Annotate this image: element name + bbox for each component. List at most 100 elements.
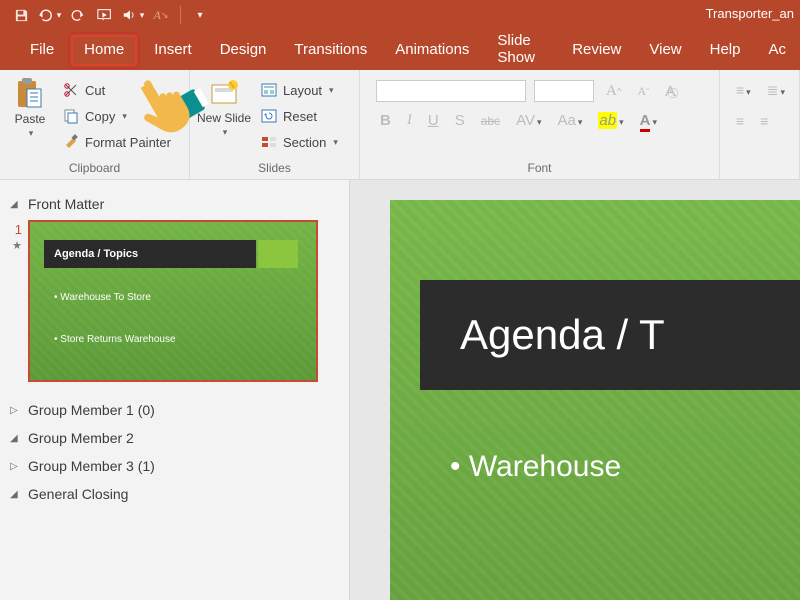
tab-animations[interactable]: Animations [381,34,483,67]
group-label [726,161,793,177]
new-slide-button[interactable]: New Slide ▾ [196,74,252,138]
ribbon: Paste ▾ Cut Copy ▾ Format Painter C [0,70,800,180]
expand-icon: ▷ [10,461,22,472]
title-bar: ▾ ▾ A↘ ▾ Transporter_an [0,0,800,30]
copy-button[interactable]: Copy ▾ [58,104,175,128]
paste-label: Paste [15,112,46,126]
change-case-button[interactable]: Aa▾ [554,112,587,129]
undo-icon[interactable]: ▾ [36,2,62,28]
copy-label: Copy [85,109,115,124]
outline-pane[interactable]: ◢Front Matter 1 ★ Agenda / Topics • Ware… [0,180,350,600]
layout-icon [260,81,278,99]
start-from-beginning-icon[interactable] [92,2,118,28]
collapse-icon: ◢ [10,433,22,444]
reset-icon [260,107,278,125]
highlight-button[interactable]: ab▾ [594,112,627,129]
align-center-button[interactable]: ≡ [754,111,774,131]
slide-body-text[interactable]: • Warehouse [450,450,621,484]
chevron-down-icon: ▾ [122,111,127,122]
format-painter-button[interactable]: Format Painter [58,130,175,154]
font-family-selector[interactable] [376,80,526,102]
animation-star-icon[interactable]: ★ [12,239,22,252]
grow-font-button[interactable]: A^ [602,83,626,100]
save-icon[interactable] [8,2,34,28]
copy-icon [62,107,80,125]
format-painter-label: Format Painter [85,135,171,150]
numbering-button[interactable]: ≣▾ [761,80,791,101]
redo-icon[interactable] [64,2,90,28]
shrink-font-button[interactable]: Aˇ [634,84,654,99]
expand-icon: ▷ [10,405,22,416]
slide-thumbnail[interactable]: Agenda / Topics • Warehouse To Store • S… [28,220,318,382]
new-slide-label: New Slide [197,112,251,125]
tab-file[interactable]: File [16,34,68,67]
tab-review[interactable]: Review [558,34,635,67]
collapse-icon: ◢ [10,199,22,210]
section-button[interactable]: Section▾ [256,130,342,154]
section-front-matter[interactable]: ◢Front Matter [8,190,341,218]
chevron-down-icon: ▾ [29,128,34,139]
reset-label: Reset [283,109,317,124]
section-group-member-2[interactable]: ◢Group Member 2 [8,424,341,452]
align-left-button[interactable]: ≡ [730,111,750,131]
char-spacing-button[interactable]: AV▾ [512,112,545,129]
slide-editor[interactable]: Agenda / T • Warehouse [350,180,800,600]
paintbrush-icon [62,133,80,151]
paste-button[interactable]: Paste ▾ [6,74,54,139]
quick-access-toolbar: ▾ ▾ A↘ ▾ [0,2,213,28]
shadow-button[interactable]: S [451,112,469,129]
tab-acrobat[interactable]: Ac [754,34,800,67]
font-color-button[interactable]: A▾ [636,112,661,129]
layout-button[interactable]: Layout▾ [256,78,342,102]
workspace: ◢Front Matter 1 ★ Agenda / Topics • Ware… [0,180,800,600]
qat-separator [180,6,181,24]
tab-insert[interactable]: Insert [140,34,206,67]
thumb-title: Agenda / Topics [44,240,256,268]
slide-canvas[interactable]: Agenda / T • Warehouse [390,200,800,600]
clear-formatting-button[interactable]: A⃠ [661,83,679,100]
slide-title[interactable]: Agenda / T [420,280,800,390]
italic-button[interactable]: I [403,112,416,129]
underline-button[interactable]: U [424,112,443,129]
tab-design[interactable]: Design [206,34,281,67]
group-paragraph: ≡▾ ≣▾ ≡ ≡ [720,70,800,179]
cut-label: Cut [85,83,105,98]
thumb-accent [258,240,298,268]
ribbon-tabs: File Home Insert Design Transitions Anim… [0,30,800,70]
reset-button[interactable]: Reset [256,104,342,128]
slide-number: 1 [8,220,22,237]
tab-view[interactable]: View [635,34,695,67]
chevron-down-icon: ▾ [223,127,228,138]
section-group-member-3[interactable]: ▷Group Member 3 (1) [8,452,341,480]
section-group-member-1[interactable]: ▷Group Member 1 (0) [8,396,341,424]
tab-help[interactable]: Help [696,34,755,67]
bold-button[interactable]: B [376,112,395,129]
tab-slideshow[interactable]: Slide Show [483,25,558,75]
group-label: Slides [196,161,353,177]
collapse-icon: ◢ [10,489,22,500]
scissors-icon [62,81,80,99]
new-slide-icon [208,78,240,110]
group-slides: New Slide ▾ Layout▾ Reset Section▾ Slide… [190,70,360,179]
thumb-bullet: • Warehouse To Store [54,292,151,303]
thumb-bullet: • Store Returns Warehouse [54,334,176,345]
group-label: Clipboard [6,161,183,177]
layout-label: Layout [283,83,322,98]
group-clipboard: Paste ▾ Cut Copy ▾ Format Painter C [0,70,190,179]
window-title: Transporter_an [706,6,794,21]
slide-thumbnail-row: 1 ★ Agenda / Topics • Warehouse To Store… [8,220,341,382]
clear-format-icon[interactable]: A↘ [148,2,174,28]
group-label: Font [366,161,713,177]
group-font: A^ Aˇ A⃠ B I U S abc AV▾ Aa▾ ab▾ A▾ Font [360,70,720,179]
section-label: Section [283,135,326,150]
tab-home[interactable]: Home [68,32,140,69]
sound-icon[interactable]: ▾ [120,2,146,28]
section-general-closing[interactable]: ◢General Closing [8,480,341,508]
cut-button[interactable]: Cut [58,78,175,102]
section-icon [260,133,278,151]
strikethrough-button[interactable]: abc [477,114,504,128]
customize-qat-icon[interactable]: ▾ [187,2,213,28]
font-size-selector[interactable] [534,80,594,102]
tab-transitions[interactable]: Transitions [280,34,381,67]
bullets-button[interactable]: ≡▾ [730,80,757,101]
